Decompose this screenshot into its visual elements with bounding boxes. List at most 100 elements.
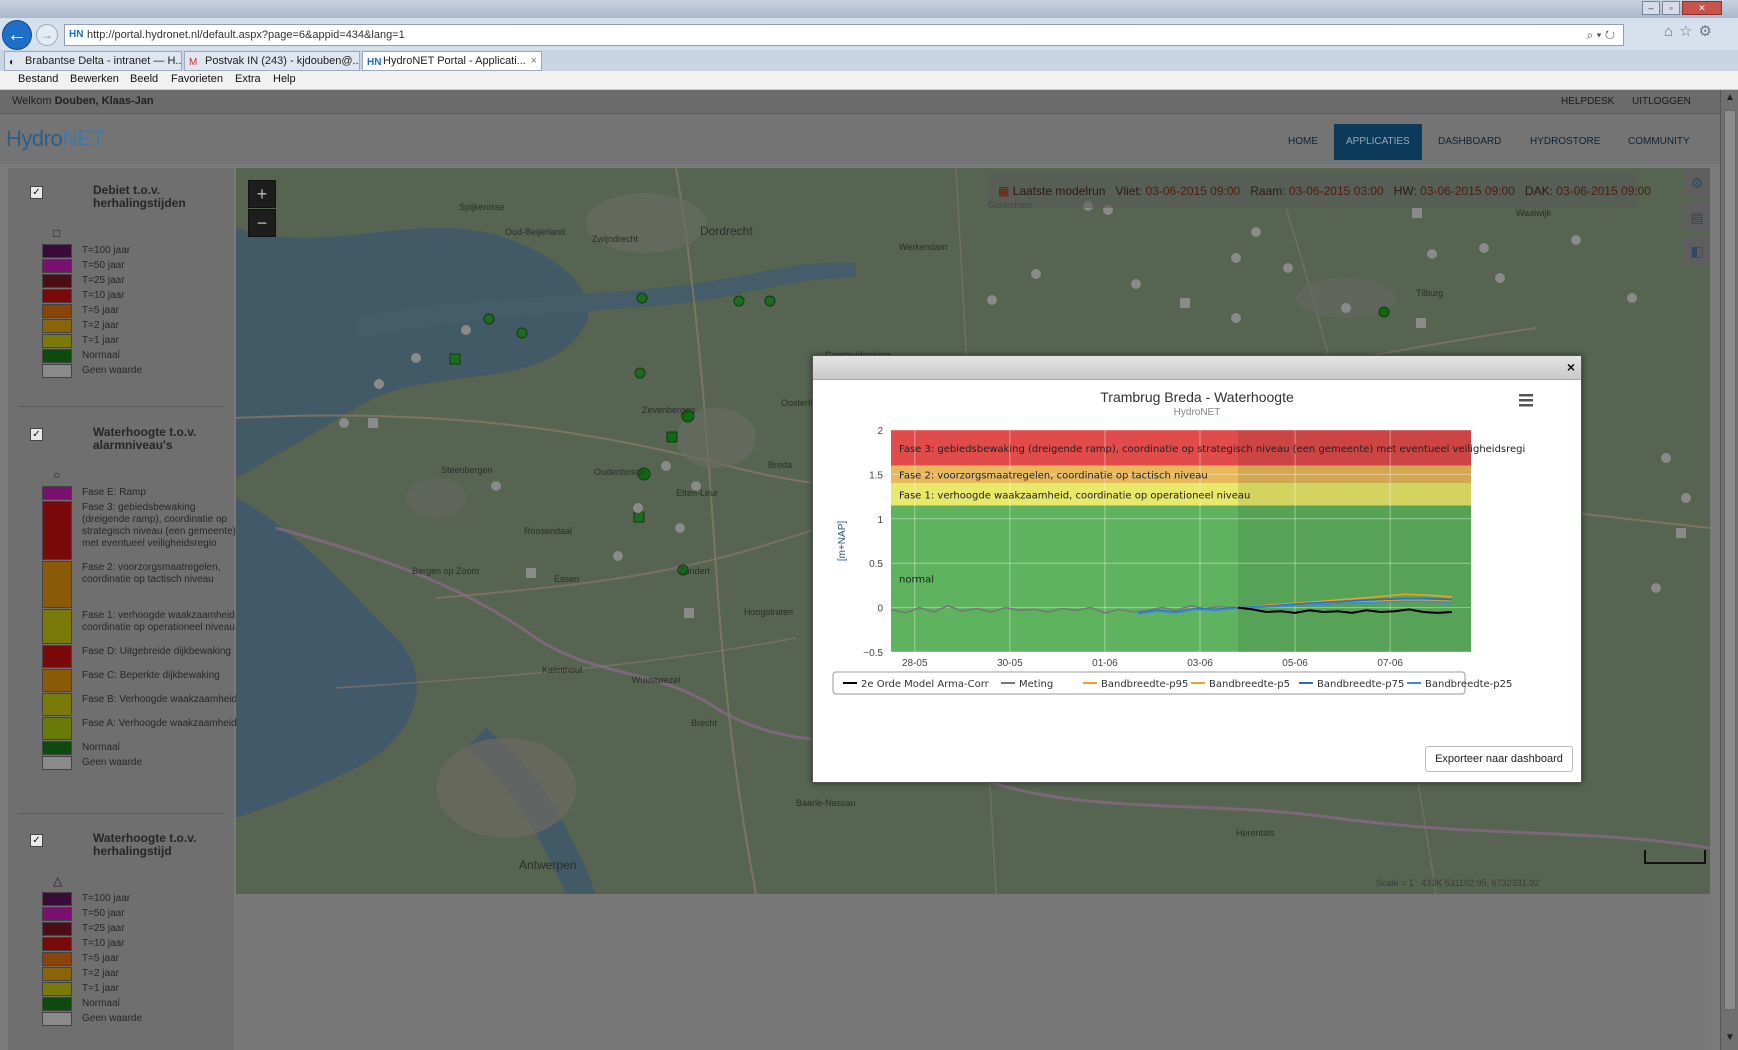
- y-tick-label: 1.5: [869, 470, 883, 481]
- legend-label: Fase E: Ramp: [82, 487, 146, 498]
- calendar-icon: ▦: [998, 184, 1010, 198]
- menu-bewerken[interactable]: Bewerken: [70, 73, 119, 85]
- legend-swatch: [42, 741, 72, 755]
- legend-swatch: [42, 501, 72, 560]
- nav-home[interactable]: HOME: [1276, 124, 1330, 160]
- window-titlebar: – ▫ ✕: [0, 0, 1738, 18]
- legend-group-title: Waterhoogte t.o.v. herhalingstijd: [93, 831, 197, 858]
- x-tick-label: 01-06: [1092, 658, 1118, 669]
- address-bar[interactable]: HN http://portal.hydronet.nl/default.asp…: [64, 24, 1624, 46]
- site-favicon-icon: HN: [69, 29, 84, 40]
- legend-series-label: 2e Orde Model Arma-Corr: [861, 679, 990, 690]
- legend-item: T=1 jaar: [42, 334, 242, 348]
- map-place-label: Steenbergen: [441, 465, 493, 475]
- scroll-up-icon[interactable]: ▲: [1723, 92, 1737, 106]
- tab-intranet[interactable]: ◐ Brabantse Delta - intranet — H...: [4, 51, 182, 71]
- tab-label: Postvak IN (243) - kjdouben@...: [205, 55, 360, 67]
- legend-swatch: [42, 609, 72, 644]
- tab-label: Brabantse Delta - intranet — H...: [25, 55, 182, 67]
- legend-label: T=100 jaar: [82, 893, 131, 904]
- page-scrollbar[interactable]: ▲ ▼: [1720, 90, 1738, 1050]
- scroll-thumb[interactable]: [1724, 110, 1736, 1010]
- tab-mail[interactable]: M Postvak IN (243) - kjdouben@...: [184, 51, 360, 71]
- x-tick-label: 07-06: [1377, 658, 1403, 669]
- legend-group-title: Waterhoogte t.o.v. alarmniveau's: [93, 425, 197, 452]
- menu-favorieten[interactable]: Favorieten: [171, 73, 223, 85]
- y-tick-label: 1: [877, 515, 883, 526]
- legend-swatch: [42, 486, 72, 500]
- legend-swatch: [42, 967, 72, 981]
- zoom-out-button[interactable]: −: [248, 209, 276, 237]
- page-background: [236, 894, 1710, 1050]
- legend-label: Geen waarde: [82, 1013, 143, 1024]
- settings-gear-icon[interactable]: ⚙: [1684, 168, 1710, 198]
- hydronet-logo[interactable]: HydroNET: [6, 126, 105, 152]
- search-refresh-icon[interactable]: ⌕ ▾ ↻: [1586, 25, 1615, 45]
- y-tick-label: −0.5: [863, 648, 883, 659]
- nav-applicaties[interactable]: APPLICATIES: [1334, 124, 1422, 160]
- x-tick-label: 28-05: [902, 658, 928, 669]
- helpdesk-link[interactable]: HELPDESK: [1561, 96, 1614, 107]
- legend-item: T=1 jaar: [42, 982, 242, 996]
- map-place-label: Wuustwezel: [632, 675, 681, 685]
- close-tab-icon[interactable]: ×: [531, 52, 537, 70]
- map-place-label: Oud-Beijerland: [505, 227, 566, 237]
- forward-button[interactable]: →: [36, 24, 58, 46]
- legend-item: T=100 jaar: [42, 244, 242, 258]
- legend-label: Geen waarde: [82, 365, 143, 376]
- menu-bestand[interactable]: Bestand: [18, 73, 58, 85]
- legend-swatch: [42, 349, 72, 363]
- nav-dashboard[interactable]: DASHBOARD: [1426, 124, 1513, 160]
- x-tick-label: 03-06: [1187, 658, 1213, 669]
- close-window-button[interactable]: ✕: [1682, 1, 1722, 15]
- back-button[interactable]: ←: [2, 20, 32, 50]
- mail-favicon-icon: M: [189, 57, 198, 68]
- maximize-button[interactable]: ▫: [1662, 1, 1680, 15]
- menu-beeld[interactable]: Beeld: [130, 73, 158, 85]
- nav-community[interactable]: COMMUNITY: [1616, 124, 1702, 160]
- scroll-down-icon[interactable]: ▼: [1723, 1032, 1737, 1046]
- legend-item: Normaal: [42, 349, 242, 363]
- legend-swatch: [42, 289, 72, 303]
- model-run-status: ▦ Laatste modelrun Vliet: 03-06-2015 09:…: [988, 174, 1651, 208]
- minimize-button[interactable]: –: [1642, 1, 1660, 15]
- legend-item: T=2 jaar: [42, 319, 242, 333]
- menu-help[interactable]: Help: [273, 73, 296, 85]
- zoom-in-button[interactable]: +: [248, 180, 276, 208]
- tab-hydronet[interactable]: HN HydroNET Portal - Applicati... ×: [362, 51, 542, 71]
- vliet-label: Vliet:: [1115, 184, 1143, 198]
- layers-document-icon[interactable]: ▤: [1684, 202, 1710, 232]
- menu-extra[interactable]: Extra: [235, 73, 261, 85]
- legend-swatch: [42, 997, 72, 1011]
- triangle-marker-icon: △: [53, 874, 63, 888]
- legend-label: Fase 1: verhoogde waakzaamheid, coordina…: [82, 610, 238, 633]
- alarm-band-label: Fase 1: verhoogde waakzaamheid, coordina…: [899, 490, 1250, 501]
- layer-checkbox-waterhoogte-alarm[interactable]: ✓: [30, 428, 43, 441]
- legend-item: T=100 jaar: [42, 892, 242, 906]
- logout-link[interactable]: UITLOGGEN: [1632, 96, 1691, 107]
- legend-swatch: [42, 319, 72, 333]
- legend-swatch: [42, 669, 72, 692]
- legend-label: T=50 jaar: [82, 260, 125, 271]
- book-icon[interactable]: ◧: [1684, 236, 1710, 266]
- hydronet-favicon-icon: HN: [367, 57, 382, 68]
- scale-bar: [1644, 850, 1706, 864]
- browser-toolbar-icons[interactable]: ⌂☆⚙: [1664, 22, 1734, 46]
- legend-item: Fase E: Ramp: [42, 486, 242, 500]
- legend-label: Fase C: Beperkte dijkbewaking: [82, 670, 220, 681]
- scale-text: Scale = 1 : 433K 531102.95, 6732331.92: [1376, 878, 1540, 888]
- legend-label: T=25 jaar: [82, 923, 125, 934]
- export-to-dashboard-button[interactable]: Exporteer naar dashboard: [1425, 746, 1573, 772]
- legend-label: T=50 jaar: [82, 908, 125, 919]
- circle-marker-icon: ○: [53, 468, 61, 482]
- modelrun-label: Laatste modelrun: [1012, 184, 1106, 198]
- legend-swatch: [42, 1012, 72, 1026]
- legend-swatch: [42, 756, 72, 770]
- nav-hydrostore[interactable]: HYDROSTORE: [1518, 124, 1612, 160]
- legend-label: T=5 jaar: [82, 305, 119, 316]
- layer-checkbox-waterhoogte-herhaling[interactable]: ✓: [30, 834, 43, 847]
- layer-checkbox-debiet[interactable]: ✓: [30, 186, 43, 199]
- legend-series-label: Bandbreedte-p5: [1209, 679, 1290, 690]
- popup-titlebar[interactable]: ×: [813, 356, 1581, 380]
- close-icon[interactable]: ×: [1567, 359, 1575, 375]
